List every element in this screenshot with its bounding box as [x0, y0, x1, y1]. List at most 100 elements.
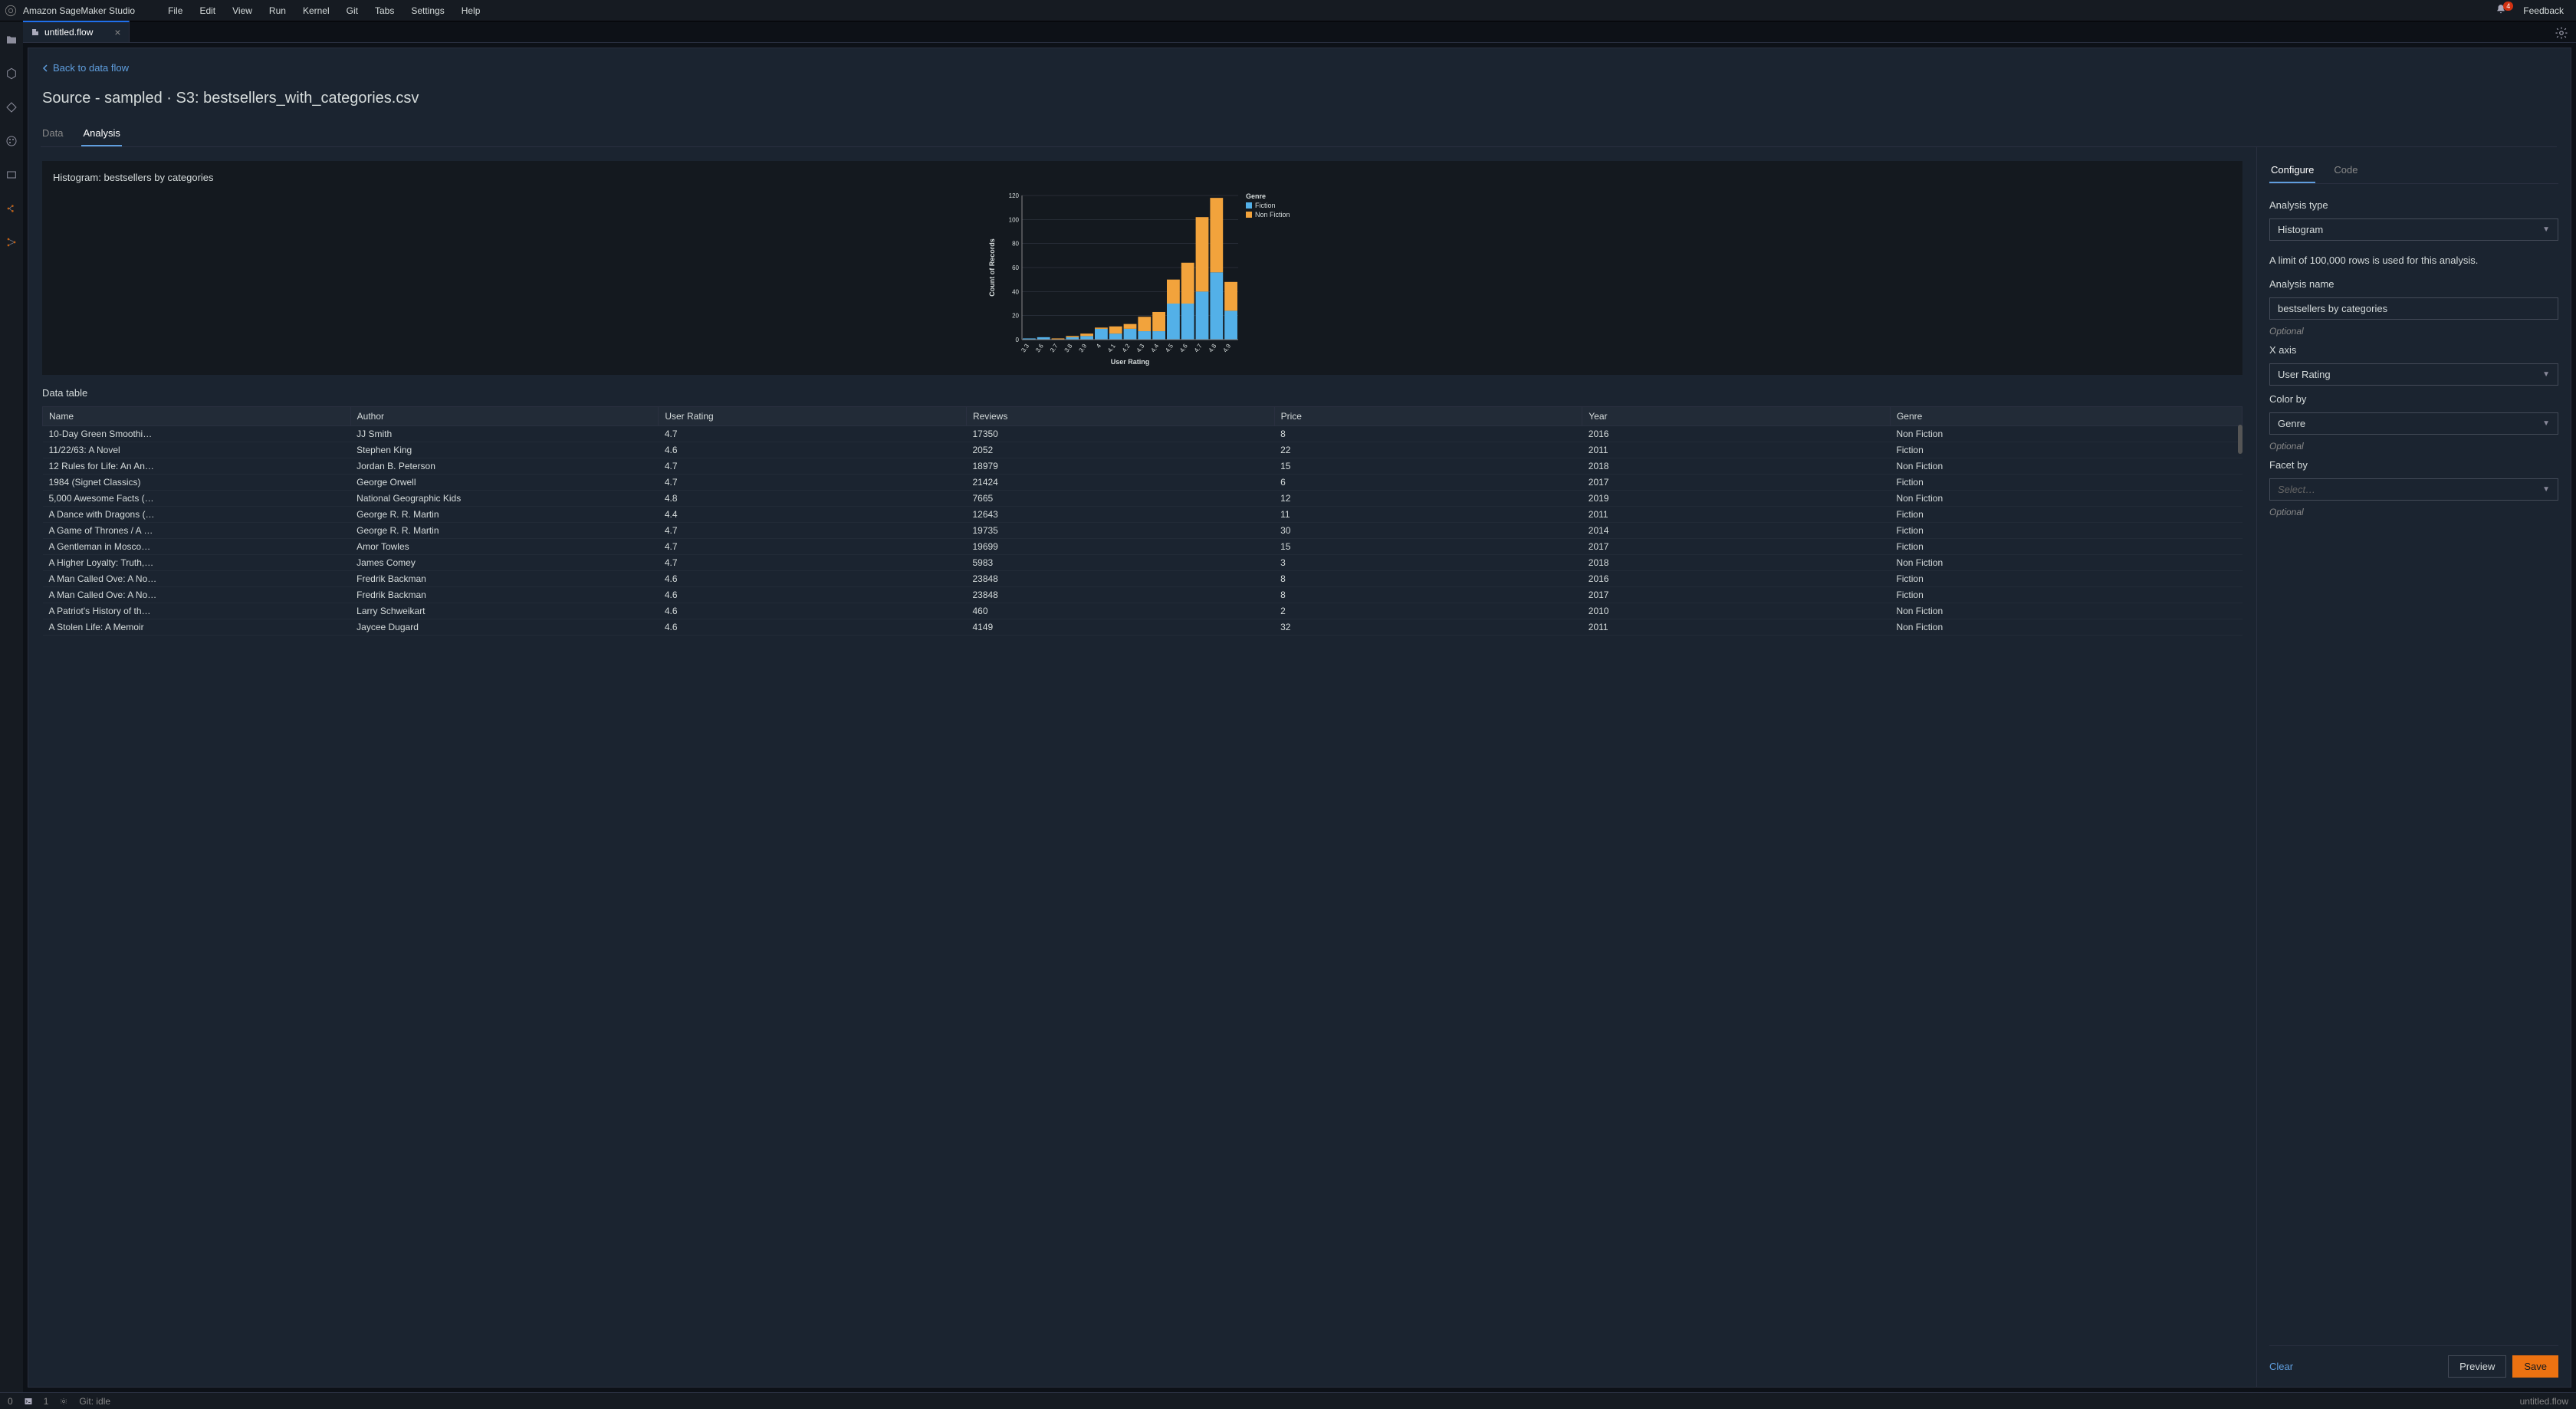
menu-item-git[interactable]: Git [340, 2, 365, 19]
share-icon[interactable] [5, 236, 18, 248]
subtab-analysis[interactable]: Analysis [81, 120, 121, 146]
folder-icon[interactable] [5, 34, 18, 46]
hexagon-icon[interactable] [5, 67, 18, 80]
menu-item-file[interactable]: File [161, 2, 189, 19]
table-row[interactable]: A Man Called Ove: A No…Fredrik Backman4.… [43, 586, 2242, 603]
svg-text:3.3: 3.3 [1020, 342, 1030, 353]
nodes-icon[interactable] [5, 202, 18, 215]
table-row[interactable]: A Patriot's History of th…Larry Schweika… [43, 603, 2242, 619]
table-row[interactable]: A Gentleman in Mosco…Amor Towles4.719699… [43, 538, 2242, 554]
menu-item-help[interactable]: Help [455, 2, 488, 19]
table-row[interactable]: A Higher Loyalty: Truth,…James Comey4.75… [43, 554, 2242, 570]
svg-text:Non Fiction: Non Fiction [1255, 211, 1290, 218]
table-row[interactable]: A Dance with Dragons (…George R. R. Mart… [43, 506, 2242, 522]
analysis-name-label: Analysis name [2269, 278, 2558, 290]
feedback-link[interactable]: Feedback [2515, 5, 2571, 16]
svg-text:4.4: 4.4 [1149, 342, 1160, 353]
svg-text:100: 100 [1009, 216, 1020, 223]
optional-2: Optional [2269, 441, 2558, 452]
xaxis-select[interactable]: User Rating ▼ [2269, 363, 2558, 386]
chevron-down-icon: ▼ [2542, 485, 2550, 494]
col-header[interactable]: Price [1274, 406, 1582, 425]
svg-text:User Rating: User Rating [1111, 358, 1150, 366]
menu-item-view[interactable]: View [225, 2, 259, 19]
status-one: 1 [44, 1396, 49, 1407]
table-row[interactable]: A Stolen Life: A MemoirJaycee Dugard4.64… [43, 619, 2242, 635]
table-row[interactable]: A Man Called Ove: A No…Fredrik Backman4.… [43, 570, 2242, 586]
svg-text:3.7: 3.7 [1049, 342, 1060, 353]
tab-close-icon[interactable]: × [114, 26, 120, 38]
svg-text:120: 120 [1009, 192, 1020, 199]
data-table-title: Data table [42, 387, 2242, 399]
svg-text:3.8: 3.8 [1063, 342, 1074, 353]
preview-button[interactable]: Preview [2448, 1355, 2506, 1378]
config-panel: Configure Code Analysis type Histogram ▼… [2256, 147, 2571, 1388]
table-row[interactable]: 10-Day Green Smoothi…JJ Smith4.717350820… [43, 425, 2242, 442]
col-header[interactable]: Reviews [966, 406, 1274, 425]
svg-text:3.6: 3.6 [1034, 342, 1045, 353]
col-header[interactable]: User Rating [659, 406, 967, 425]
config-tab-configure[interactable]: Configure [2269, 156, 2315, 183]
save-button[interactable]: Save [2512, 1355, 2558, 1378]
col-header[interactable]: Name [43, 406, 351, 425]
menu-item-kernel[interactable]: Kernel [296, 2, 337, 19]
panel-icon[interactable] [5, 169, 18, 181]
terminal-icon[interactable] [24, 1397, 33, 1406]
table-row[interactable]: A Game of Thrones / A …George R. R. Mart… [43, 522, 2242, 538]
menu-item-settings[interactable]: Settings [404, 2, 451, 19]
menu-item-run[interactable]: Run [262, 2, 293, 19]
col-header[interactable]: Author [350, 406, 659, 425]
brand-text: Amazon SageMaker Studio [23, 5, 135, 16]
analysis-type-select[interactable]: Histogram ▼ [2269, 218, 2558, 241]
menu-item-edit[interactable]: Edit [192, 2, 222, 19]
table-row[interactable]: 11/22/63: A NovelStephen King4.620522220… [43, 442, 2242, 458]
optional-1: Optional [2269, 326, 2558, 337]
table-row[interactable]: 5,000 Awesome Facts (…National Geographi… [43, 490, 2242, 506]
sagemaker-logo-icon [5, 5, 17, 17]
svg-text:Fiction: Fiction [1255, 202, 1276, 209]
table-row[interactable]: 12 Rules for Life: An An…Jordan B. Peter… [43, 458, 2242, 474]
tab-bar: untitled.flow × [23, 21, 2576, 43]
col-header[interactable]: Genre [1890, 406, 2242, 425]
chart-title: Histogram: bestsellers by categories [53, 172, 2232, 183]
gear-small-icon[interactable] [59, 1397, 68, 1406]
tab-label: untitled.flow [44, 27, 93, 38]
subtab-data[interactable]: Data [41, 120, 64, 146]
analysis-name-input[interactable] [2269, 297, 2558, 320]
diamond-icon[interactable] [5, 101, 18, 113]
svg-text:Genre: Genre [1246, 192, 1266, 200]
tab-untitled-flow[interactable]: untitled.flow × [23, 21, 130, 42]
status-right: untitled.flow [2520, 1396, 2568, 1407]
svg-text:4.3: 4.3 [1135, 342, 1146, 353]
chevron-down-icon: ▼ [2542, 419, 2550, 428]
left-icon-rail [0, 21, 23, 1392]
svg-text:4.9: 4.9 [1221, 342, 1232, 353]
colorby-select[interactable]: Genre ▼ [2269, 412, 2558, 435]
histogram-chart: 0204060801001203.33.63.73.83.944.14.24.3… [985, 189, 1300, 366]
limit-note: A limit of 100,000 rows is used for this… [2269, 255, 2558, 266]
flow-file-icon [31, 28, 40, 37]
table-row[interactable]: 1984 (Signet Classics)George Orwell4.721… [43, 474, 2242, 490]
col-header[interactable]: Year [1582, 406, 1891, 425]
svg-text:4.7: 4.7 [1193, 342, 1204, 353]
config-tab-code[interactable]: Code [2332, 156, 2359, 183]
gear-icon[interactable] [2555, 26, 2568, 40]
table-scrollbar[interactable] [2238, 425, 2242, 454]
chevron-down-icon: ▼ [2542, 370, 2550, 379]
clear-link[interactable]: Clear [2269, 1361, 2293, 1372]
facetby-select[interactable]: Select… ▼ [2269, 478, 2558, 501]
back-link[interactable]: Back to data flow [42, 62, 129, 74]
svg-text:20: 20 [1012, 312, 1019, 319]
chevron-down-icon: ▼ [2542, 225, 2550, 234]
palette-icon[interactable] [5, 135, 18, 147]
svg-text:4.6: 4.6 [1178, 342, 1189, 353]
brand: Amazon SageMaker Studio [5, 5, 158, 17]
svg-text:60: 60 [1012, 264, 1019, 271]
notifications-button[interactable]: 4 [2489, 4, 2512, 17]
svg-text:Count of Records: Count of Records [988, 238, 996, 297]
menu-item-tabs[interactable]: Tabs [368, 2, 401, 19]
svg-text:4: 4 [1095, 342, 1102, 349]
svg-text:4.8: 4.8 [1208, 342, 1218, 353]
svg-text:40: 40 [1012, 288, 1019, 295]
analysis-type-label: Analysis type [2269, 199, 2558, 211]
